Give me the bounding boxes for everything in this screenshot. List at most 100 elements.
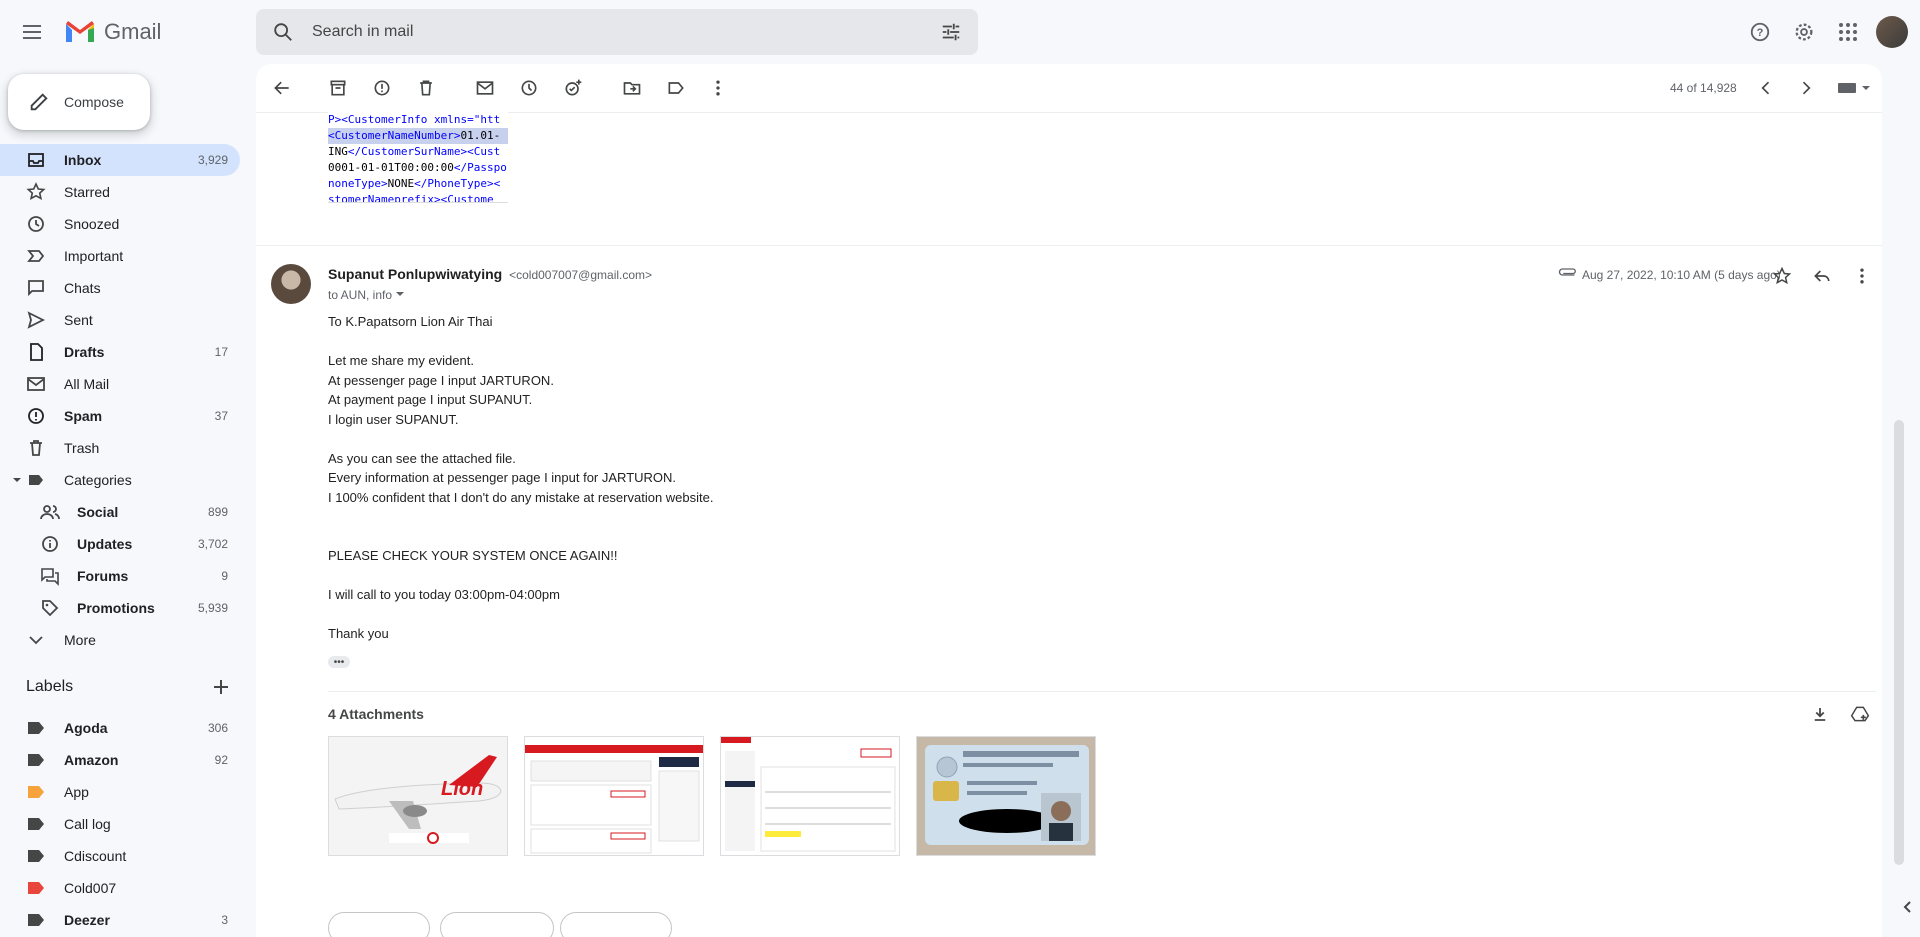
app-name: Gmail <box>104 19 162 44</box>
label-item-amazon[interactable]: Amazon 92 <box>0 744 240 776</box>
sidebar-item-label: Forums <box>77 568 129 584</box>
draft-icon <box>30 343 43 361</box>
archive-icon[interactable] <box>326 76 350 100</box>
attachment-thumbnail-id-card[interactable] <box>916 736 1096 856</box>
label-item-agoda[interactable]: Agoda 306 <box>0 712 240 744</box>
body-paragraph <box>328 332 713 352</box>
sidebar-item-updates[interactable]: Updates 3,702 <box>0 528 240 560</box>
sender-name[interactable]: Supanut Ponlupwiwatying <box>328 266 502 282</box>
attachment-thumbnail-booking-screenshot[interactable] <box>524 736 704 856</box>
sidebar-item-label: Categories <box>64 472 132 488</box>
attachment-thumbnail-payment-screenshot[interactable] <box>720 736 900 856</box>
body-paragraph <box>328 605 713 625</box>
important-icon <box>27 250 45 262</box>
body-paragraph: Thank you <box>328 626 389 641</box>
smart-reply-chip-2[interactable] <box>440 912 554 937</box>
snooze-icon[interactable] <box>517 76 541 100</box>
gmail-logo[interactable]: Gmail <box>64 16 161 48</box>
sidebar-item-label: Trash <box>64 440 100 456</box>
add-to-tasks-icon[interactable] <box>561 76 585 100</box>
search-icon[interactable] <box>272 21 294 48</box>
sidebar-item-important[interactable]: Important <box>0 240 240 272</box>
sidebar-item-label: All Mail <box>64 376 110 392</box>
smart-reply-chip-1[interactable] <box>328 912 430 937</box>
add-to-drive-icon[interactable] <box>1848 702 1872 726</box>
label-item-cold007[interactable]: Cold007 <box>0 872 240 904</box>
mark-unread-icon[interactable] <box>473 76 497 100</box>
mail-icon <box>27 377 45 391</box>
star-icon <box>26 182 46 201</box>
code-token: 0001-01-01T00:00:00 <box>328 161 454 174</box>
vertical-scrollbar[interactable] <box>1894 420 1904 865</box>
older-chevron-right-icon[interactable] <box>1794 76 1818 100</box>
label-item-call-log[interactable]: Call log <box>0 808 240 840</box>
reply-icon[interactable] <box>1810 264 1834 288</box>
label-count: 92 <box>214 753 228 767</box>
body-paragraph: PLEASE CHECK YOUR SYSTEM ONCE AGAIN!! <box>328 548 618 563</box>
label-tag-icon <box>28 914 44 926</box>
delete-icon[interactable] <box>414 76 438 100</box>
compose-label: Compose <box>64 94 124 110</box>
star-icon[interactable] <box>1770 264 1794 288</box>
code-snippet-image: P><CustomerInfo xmlns="htt <CustomerNameN… <box>328 112 508 203</box>
account-avatar[interactable] <box>1876 16 1908 48</box>
input-tools-icon[interactable] <box>1834 76 1874 100</box>
smart-reply-chip-3[interactable] <box>560 912 672 937</box>
sender-line: Supanut Ponlupwiwatying <cold007007@gmai… <box>328 266 652 282</box>
newer-chevron-left-icon[interactable] <box>1754 76 1778 100</box>
sender-avatar[interactable] <box>271 264 311 304</box>
sidebar-item-promotions[interactable]: Promotions 5,939 <box>0 592 240 624</box>
recipients-line[interactable]: to AUN, info <box>328 288 405 302</box>
people-icon <box>40 505 60 520</box>
sidebar-item-forums[interactable]: Forums 9 <box>0 560 240 592</box>
message-more-vert-icon[interactable] <box>1850 264 1874 288</box>
code-token: NONE <box>387 177 415 190</box>
trash-icon <box>30 440 42 456</box>
search-input[interactable]: Search in mail <box>312 23 413 41</box>
search-options-icon[interactable] <box>940 21 962 48</box>
sidebar-item-drafts[interactable]: Drafts 17 <box>0 336 240 368</box>
show-details-chevron-icon[interactable] <box>395 289 405 299</box>
code-token: </Passpo <box>453 161 507 174</box>
sidebar-item-spam[interactable]: Spam 37 <box>0 400 240 432</box>
pagination-count: 44 of 14,928 <box>1670 81 1737 95</box>
label-item-deezer[interactable]: Deezer 3 <box>0 904 240 936</box>
body-paragraph: I login user SUPANUT. <box>328 411 459 427</box>
clock-icon <box>28 216 44 232</box>
label-item-app[interactable]: App <box>0 776 240 808</box>
label-tag-icon <box>28 754 44 766</box>
sidebar-item-more[interactable]: More <box>0 624 240 656</box>
sidebar-item-inbox[interactable]: Inbox 3,929 <box>0 144 240 176</box>
body-paragraph: I 100% confident that I don't do any mis… <box>328 489 714 505</box>
back-arrow-icon[interactable] <box>270 76 294 100</box>
sidebar-item-all-mail[interactable]: All Mail <box>0 368 240 400</box>
apps-grid-icon[interactable] <box>1828 12 1868 52</box>
sidebar-item-categories[interactable]: Categories <box>0 464 240 496</box>
expand-caret-icon[interactable] <box>12 475 22 485</box>
report-spam-icon[interactable] <box>370 76 394 100</box>
label-tag-icon <box>28 850 44 862</box>
message-toolbar: 44 of 14,928 <box>256 64 1882 113</box>
sidebar-item-sent[interactable]: Sent <box>0 304 240 336</box>
show-trimmed-content-button[interactable]: ••• <box>328 656 350 668</box>
help-icon[interactable]: ? <box>1740 12 1780 52</box>
sidebar-item-chats[interactable]: Chats <box>0 272 240 304</box>
sidebar-item-starred[interactable]: Starred <box>0 176 240 208</box>
side-panel-toggle-icon[interactable] <box>1896 895 1920 919</box>
more-vert-icon[interactable] <box>706 76 730 100</box>
sidebar-item-social[interactable]: Social 899 <box>0 496 240 528</box>
search-bar[interactable]: Search in mail <box>256 9 978 55</box>
download-all-icon[interactable] <box>1808 702 1832 726</box>
main-menu-icon[interactable] <box>20 20 44 44</box>
code-line: P><CustomerInfo xmlns="htt <box>328 112 508 128</box>
compose-button[interactable]: Compose <box>8 74 150 130</box>
sidebar-item-snoozed[interactable]: Snoozed <box>0 208 240 240</box>
sidebar-item-trash[interactable]: Trash <box>0 432 240 464</box>
label-item-cdiscount[interactable]: Cdiscount <box>0 840 240 872</box>
create-label-plus-icon[interactable] <box>212 678 230 696</box>
label-as-icon[interactable] <box>664 76 688 100</box>
sidebar-item-label: Promotions <box>77 600 155 616</box>
settings-gear-icon[interactable] <box>1784 12 1824 52</box>
attachment-thumbnail-airplane[interactable]: Lion <box>328 736 508 856</box>
move-to-icon[interactable] <box>620 76 644 100</box>
